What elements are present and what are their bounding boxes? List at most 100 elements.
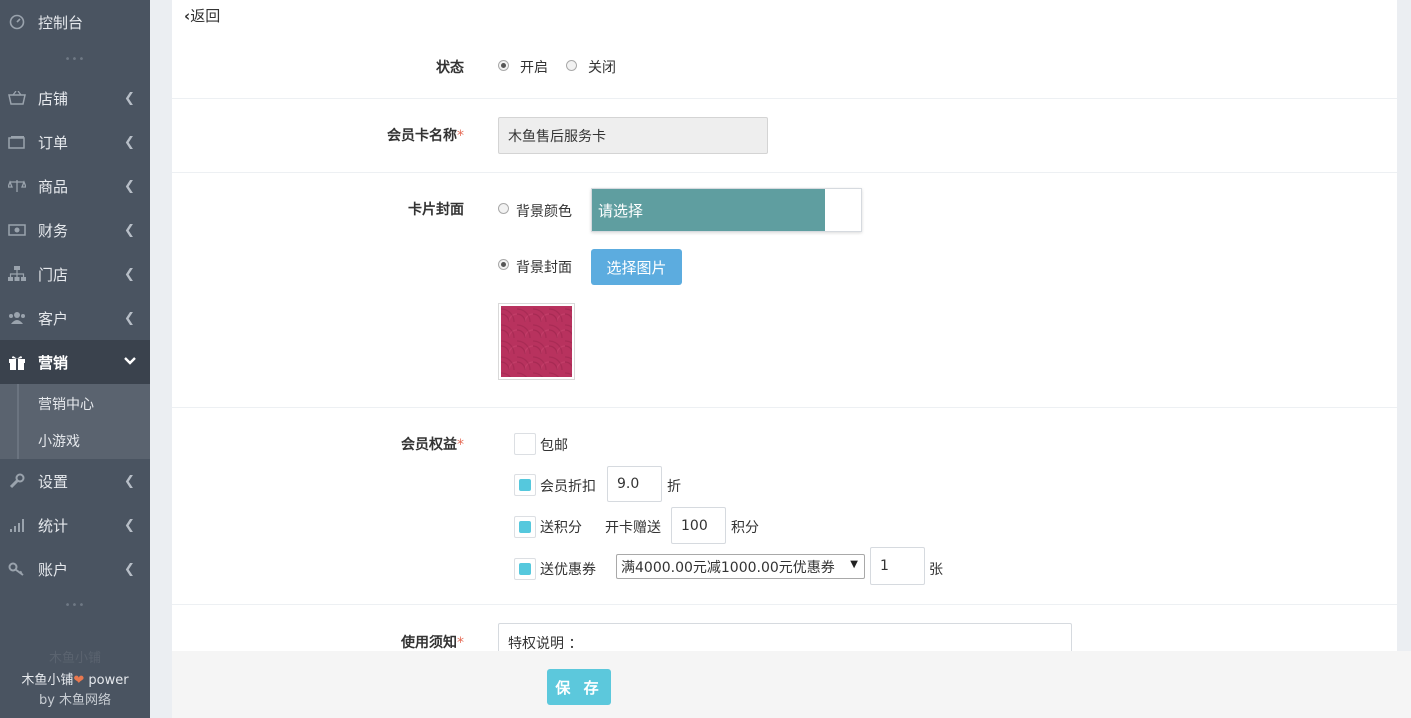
coupon-unit: 张 xyxy=(929,562,943,578)
users-icon xyxy=(8,309,26,327)
status-on-radio[interactable] xyxy=(498,60,509,71)
sidebar-item-label: 门店 xyxy=(38,265,69,284)
bg-color-radio[interactable] xyxy=(498,203,509,214)
sidebar-item-label: 控制台 xyxy=(38,13,84,32)
sidebar-footer-brand: 木鱼小铺❤ power by 木鱼网络 xyxy=(0,671,150,711)
row-divider xyxy=(172,172,1397,173)
divider-dots: ••• xyxy=(64,600,86,611)
sidebar-item-shop[interactable]: 店铺 ❮ xyxy=(0,76,150,120)
chevron-left-icon: ❮ xyxy=(124,266,135,282)
dashboard-icon xyxy=(8,13,26,31)
footer-ghost-text: 木鱼小铺 xyxy=(48,651,101,666)
coupon-qty-input[interactable]: 1 xyxy=(870,547,925,585)
cover-thumbnail[interactable] xyxy=(498,303,575,380)
select-image-button[interactable]: 选择图片 xyxy=(591,249,682,285)
points-input[interactable]: 100 xyxy=(671,507,726,544)
sidebar-item-label: 商品 xyxy=(38,177,69,196)
discount-checkbox[interactable] xyxy=(514,474,536,496)
coupon-checkbox[interactable] xyxy=(514,558,536,580)
status-on-label: 开启 xyxy=(520,60,548,76)
sidebar-item-finance[interactable]: 财务 ❮ xyxy=(0,208,150,252)
row-divider xyxy=(172,407,1397,408)
sidebar-item-products[interactable]: 商品 ❮ xyxy=(0,164,150,208)
required-star: * xyxy=(457,437,464,453)
cover-label: 卡片封面 xyxy=(172,199,464,219)
sidebar-item-account[interactable]: 账户 ❮ xyxy=(0,547,150,591)
main-content: ‹返回 状态 开启 关闭 会员卡名称* 木鱼售后服务卡 卡片封面 背景颜色 请选… xyxy=(172,0,1397,718)
sidebar-item-customers[interactable]: 客户 ❮ xyxy=(0,296,150,340)
sidebar-item-settings[interactable]: 设置 ❮ xyxy=(0,459,150,503)
wrench-icon xyxy=(8,472,26,490)
benefits-label-text: 会员权益 xyxy=(401,437,457,453)
chevron-left-icon: ❮ xyxy=(124,310,135,326)
chevron-down-icon xyxy=(124,355,136,370)
discount-input[interactable]: 9.0 xyxy=(607,466,662,502)
footer-brand: 木鱼小铺 xyxy=(21,673,74,688)
bg-cover-label: 背景封面 xyxy=(516,260,572,276)
save-button[interactable]: 保 存 xyxy=(547,669,611,705)
discount-unit: 折 xyxy=(667,479,681,495)
free-shipping-label: 包邮 xyxy=(540,438,568,454)
sidebar-item-label: 财务 xyxy=(38,221,69,240)
sidebar-item-dashboard[interactable]: 控制台 xyxy=(0,0,150,44)
sidebar-item-marketing[interactable]: 营销 xyxy=(0,340,150,384)
submenu-item-marketing-center[interactable]: 营销中心 xyxy=(38,394,94,414)
sidebar-item-orders[interactable]: 订单 ❮ xyxy=(0,120,150,164)
status-label: 状态 xyxy=(172,57,464,77)
card-name-label: 会员卡名称* xyxy=(172,125,464,145)
discount-label: 会员折扣 xyxy=(540,479,596,495)
notice-label: 使用须知* xyxy=(172,632,464,652)
points-prefix: 开卡赠送 xyxy=(605,520,661,536)
notice-label-text: 使用须知 xyxy=(401,635,457,651)
chevron-left-icon: ❮ xyxy=(124,222,135,238)
sidebar-item-stats[interactable]: 统计 ❮ xyxy=(0,503,150,547)
shop-basket-icon xyxy=(8,89,26,107)
coupon-select[interactable]: 满4000.00元减1000.00元优惠券 ▼ xyxy=(616,554,865,579)
divider-dots: ••• xyxy=(64,54,86,65)
sidebar-item-label: 订单 xyxy=(38,133,69,152)
sidebar: 控制台 ••• 店铺 ❮ 订单 ❮ 商品 ❮ 财务 ❮ 门店 ❮ 客户 ❮ 营销… xyxy=(0,0,150,718)
row-divider xyxy=(172,604,1397,605)
dropdown-arrow-icon: ▼ xyxy=(850,559,858,570)
status-label-text: 状态 xyxy=(436,60,464,76)
bg-color-label: 背景颜色 xyxy=(516,204,572,220)
sidebar-item-stores[interactable]: 门店 ❮ xyxy=(0,252,150,296)
color-picker-swatch[interactable]: 请选择 xyxy=(592,189,825,231)
chevron-left-icon: ❮ xyxy=(124,90,135,106)
cover-pattern-image xyxy=(501,306,572,377)
money-icon xyxy=(8,221,26,239)
sitemap-icon xyxy=(8,265,26,283)
color-picker[interactable]: 请选择 xyxy=(591,188,862,232)
status-off-radio[interactable] xyxy=(566,60,577,71)
page-gutter xyxy=(1397,0,1411,651)
free-shipping-checkbox[interactable] xyxy=(514,433,536,455)
chevron-left-icon: ❮ xyxy=(124,561,135,577)
chevron-left-icon: ❮ xyxy=(124,517,135,533)
signal-icon xyxy=(8,516,26,534)
points-unit: 积分 xyxy=(731,520,759,536)
coupon-select-value: 满4000.00元减1000.00元优惠券 xyxy=(621,559,835,576)
sidebar-footer: 木鱼小铺 xyxy=(0,649,150,669)
chevron-left-icon: ❮ xyxy=(124,473,135,489)
card-name-input[interactable]: 木鱼售后服务卡 xyxy=(498,117,768,154)
key-icon xyxy=(8,560,26,578)
points-checkbox[interactable] xyxy=(514,516,536,538)
gift-icon xyxy=(8,353,26,371)
chevron-left-icon: ❮ xyxy=(124,178,135,194)
chevron-left-icon: ❮ xyxy=(124,134,135,150)
cover-label-text: 卡片封面 xyxy=(408,202,464,218)
footer-power: power xyxy=(84,673,129,688)
required-star: * xyxy=(457,128,464,144)
scale-icon xyxy=(8,177,26,195)
bg-cover-radio[interactable] xyxy=(498,259,509,270)
bottom-action-bar: 保 存 xyxy=(172,651,1411,718)
submenu-item-mini-games[interactable]: 小游戏 xyxy=(38,431,80,451)
footer-by: by 木鱼网络 xyxy=(38,693,112,708)
sidebar-item-label: 店铺 xyxy=(38,89,69,108)
back-label: 返回 xyxy=(190,7,221,25)
points-label: 送积分 xyxy=(540,520,582,536)
back-link[interactable]: ‹返回 xyxy=(184,5,220,26)
sidebar-item-label: 设置 xyxy=(38,472,69,491)
order-icon xyxy=(8,133,26,151)
sidebar-item-label: 账户 xyxy=(38,560,69,579)
